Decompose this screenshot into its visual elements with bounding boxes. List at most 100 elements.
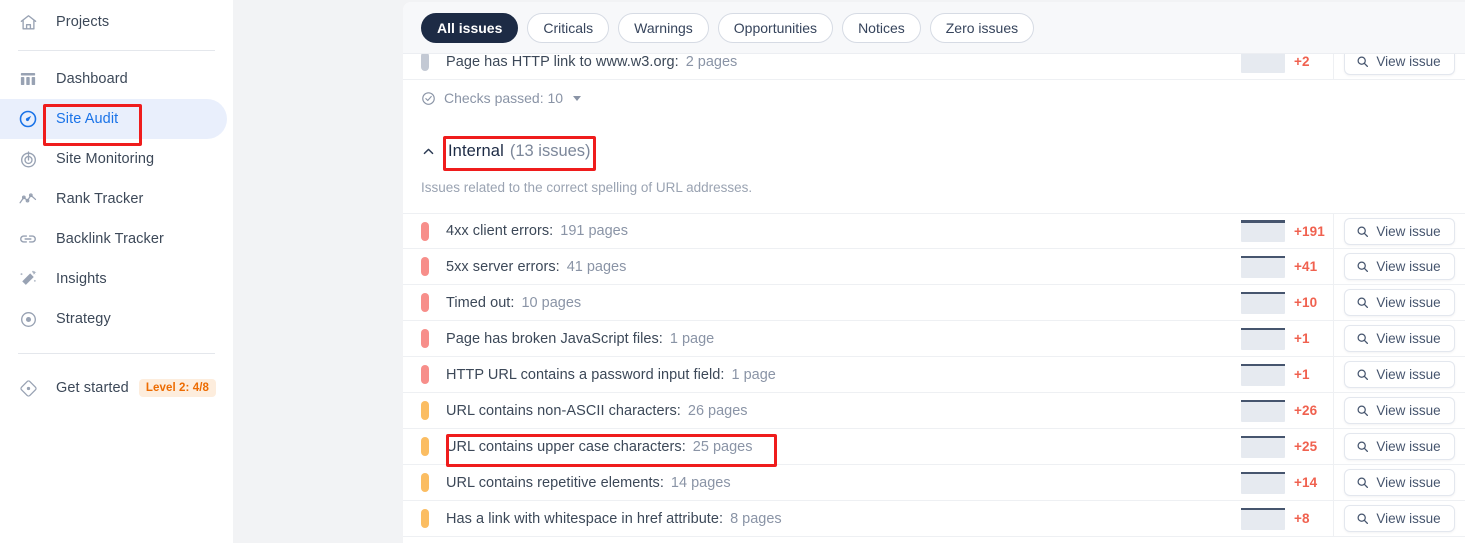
issue-name: Page has HTTP link to www.w3.org: xyxy=(446,53,679,70)
sidebar-item-strategy[interactable]: Strategy xyxy=(0,299,227,339)
section-issue-count: (13 issues) xyxy=(509,142,591,160)
view-issue-button[interactable]: View issue xyxy=(1344,469,1455,496)
filter-pill-warnings[interactable]: Warnings xyxy=(618,12,709,43)
check-circle-icon xyxy=(422,91,435,105)
issue-row-right: +1 View issue xyxy=(1241,321,1465,356)
sidebar-item-label: Backlink Tracker xyxy=(56,231,164,247)
filter-pill-opportunities[interactable]: Opportunities xyxy=(717,12,834,43)
issue-count: 1 page xyxy=(669,330,715,347)
get-started-level-badge: Level 2: 4/8 xyxy=(138,379,217,397)
severity-indicator xyxy=(421,509,429,528)
sidebar-item-projects[interactable]: Projects xyxy=(0,2,227,42)
section-description: Issues related to the correct spelling o… xyxy=(421,180,753,195)
issue-row-right: +14 View issue xyxy=(1241,465,1465,500)
view-issue-cell: View issue xyxy=(1333,501,1465,536)
issue-row-right: +10 View issue xyxy=(1241,285,1465,320)
search-icon xyxy=(1357,369,1369,380)
link-icon xyxy=(18,229,38,249)
chevron-up-icon[interactable] xyxy=(421,144,436,159)
sidebar-item-dashboard[interactable]: Dashboard xyxy=(0,59,227,99)
view-issue-label: View issue xyxy=(1376,367,1441,382)
view-issue-cell: View issue xyxy=(1333,357,1465,392)
home-icon xyxy=(18,12,38,32)
issue-row-right: +191 View issue xyxy=(1241,214,1465,248)
trend-sparkline xyxy=(1241,327,1285,350)
view-issue-button[interactable]: View issue xyxy=(1344,505,1455,532)
sidebar-item-rank-tracker[interactable]: Rank Tracker xyxy=(0,179,227,219)
issue-row-right: +26 View issue xyxy=(1241,393,1465,428)
issue-name: 5xx server errors: xyxy=(446,258,560,275)
filter-pill-notices[interactable]: Notices xyxy=(842,12,921,43)
severity-indicator xyxy=(421,257,429,276)
issue-delta: +10 xyxy=(1294,295,1318,310)
sidebar-item-insights[interactable]: Insights xyxy=(0,259,227,299)
gauge-icon xyxy=(18,109,38,129)
issue-delta: +25 xyxy=(1294,439,1318,454)
search-icon xyxy=(1357,225,1369,237)
issue-count: 191 pages xyxy=(560,223,628,239)
issue-name: URL contains upper case characters: xyxy=(446,438,686,455)
issue-row-right: +41 View issue xyxy=(1241,249,1465,284)
view-issue-label: View issue xyxy=(1376,295,1441,310)
search-icon xyxy=(1357,333,1369,344)
search-icon xyxy=(1357,297,1369,308)
issue-row[interactable]: 4xx client errors: 191 pages +191 View i… xyxy=(403,213,1465,249)
issue-delta: +191 xyxy=(1294,223,1325,239)
severity-indicator xyxy=(421,293,429,312)
trend-sparkline xyxy=(1241,435,1285,458)
issue-name: URL contains non-ASCII characters: xyxy=(446,402,681,419)
view-issue-cell: View issue xyxy=(1333,249,1465,284)
sidebar-divider-bottom xyxy=(18,353,215,354)
view-issue-cell: View issue xyxy=(1333,321,1465,356)
issues-list: 4xx client errors: 191 pages +191 View i… xyxy=(403,213,1465,537)
view-issue-button[interactable]: View issue xyxy=(1344,325,1455,352)
issue-row[interactable]: 5xx server errors: 41 pages +41 View iss… xyxy=(403,249,1465,285)
chevron-down-icon xyxy=(573,95,582,101)
sidebar-item-backlink-tracker[interactable]: Backlink Tracker xyxy=(0,219,227,259)
issue-row[interactable]: HTTP URL contains a password input field… xyxy=(403,357,1465,393)
issue-name: 4xx client errors: xyxy=(446,223,554,239)
view-issue-button[interactable]: View issue xyxy=(1344,289,1455,316)
search-icon xyxy=(1357,261,1369,272)
view-issue-label: View issue xyxy=(1376,54,1441,69)
view-issue-button[interactable]: View issue xyxy=(1344,253,1455,280)
issue-delta: +8 xyxy=(1294,511,1310,526)
issue-filter-bar: All issues Criticals Warnings Opportunit… xyxy=(403,2,1465,54)
app-root: Projects Dashboard Site Audit Site Monit… xyxy=(0,0,1465,543)
issue-row[interactable]: Has a link with whitespace in href attri… xyxy=(403,501,1465,537)
filter-pill-all-issues[interactable]: All issues xyxy=(421,12,519,43)
issue-count: 2 pages xyxy=(685,53,738,70)
trend-sparkline xyxy=(1241,399,1285,422)
issue-row[interactable]: URL contains non-ASCII characters: 26 pa… xyxy=(403,393,1465,429)
issue-row-url-upper-case[interactable]: URL contains upper case characters: 25 p… xyxy=(403,429,1465,465)
filter-pill-zero-issues[interactable]: Zero issues xyxy=(929,12,1035,43)
issue-row[interactable]: Page has broken JavaScript files: 1 page… xyxy=(403,321,1465,357)
view-issue-label: View issue xyxy=(1376,403,1441,418)
checks-passed-toggle[interactable]: Checks passed: 10 xyxy=(421,90,582,106)
issue-count: 26 pages xyxy=(687,402,748,419)
section-header-internal[interactable]: Internal (13 issues) xyxy=(421,142,1465,161)
search-icon xyxy=(1357,441,1369,452)
issue-count: 8 pages xyxy=(730,510,782,527)
sidebar-item-get-started[interactable]: Get started Level 2: 4/8 xyxy=(0,368,227,408)
filter-pill-criticals[interactable]: Criticals xyxy=(527,12,610,43)
issue-delta: +2 xyxy=(1294,54,1310,69)
severity-indicator xyxy=(421,473,429,492)
issue-row[interactable]: Timed out: 10 pages +10 View issue xyxy=(403,285,1465,321)
sidebar-item-site-monitoring[interactable]: Site Monitoring xyxy=(0,139,227,179)
issue-name: Page has broken JavaScript files: xyxy=(446,330,663,347)
view-issue-button[interactable]: View issue xyxy=(1344,433,1455,460)
trend-sparkline xyxy=(1241,255,1285,278)
sidebar-item-label: Strategy xyxy=(56,311,111,327)
radar-icon xyxy=(18,149,38,169)
view-issue-label: View issue xyxy=(1376,439,1441,454)
view-issue-button[interactable]: View issue xyxy=(1344,217,1455,245)
severity-indicator xyxy=(421,221,429,241)
sidebar-item-label: Insights xyxy=(56,271,107,287)
issue-row[interactable]: URL contains repetitive elements: 14 pag… xyxy=(403,465,1465,501)
view-issue-button[interactable]: View issue xyxy=(1344,361,1455,388)
issue-count: 10 pages xyxy=(521,294,582,311)
view-issue-button[interactable]: View issue xyxy=(1344,397,1455,424)
magic-wand-icon xyxy=(18,269,38,289)
sidebar-item-site-audit[interactable]: Site Audit xyxy=(0,99,227,139)
